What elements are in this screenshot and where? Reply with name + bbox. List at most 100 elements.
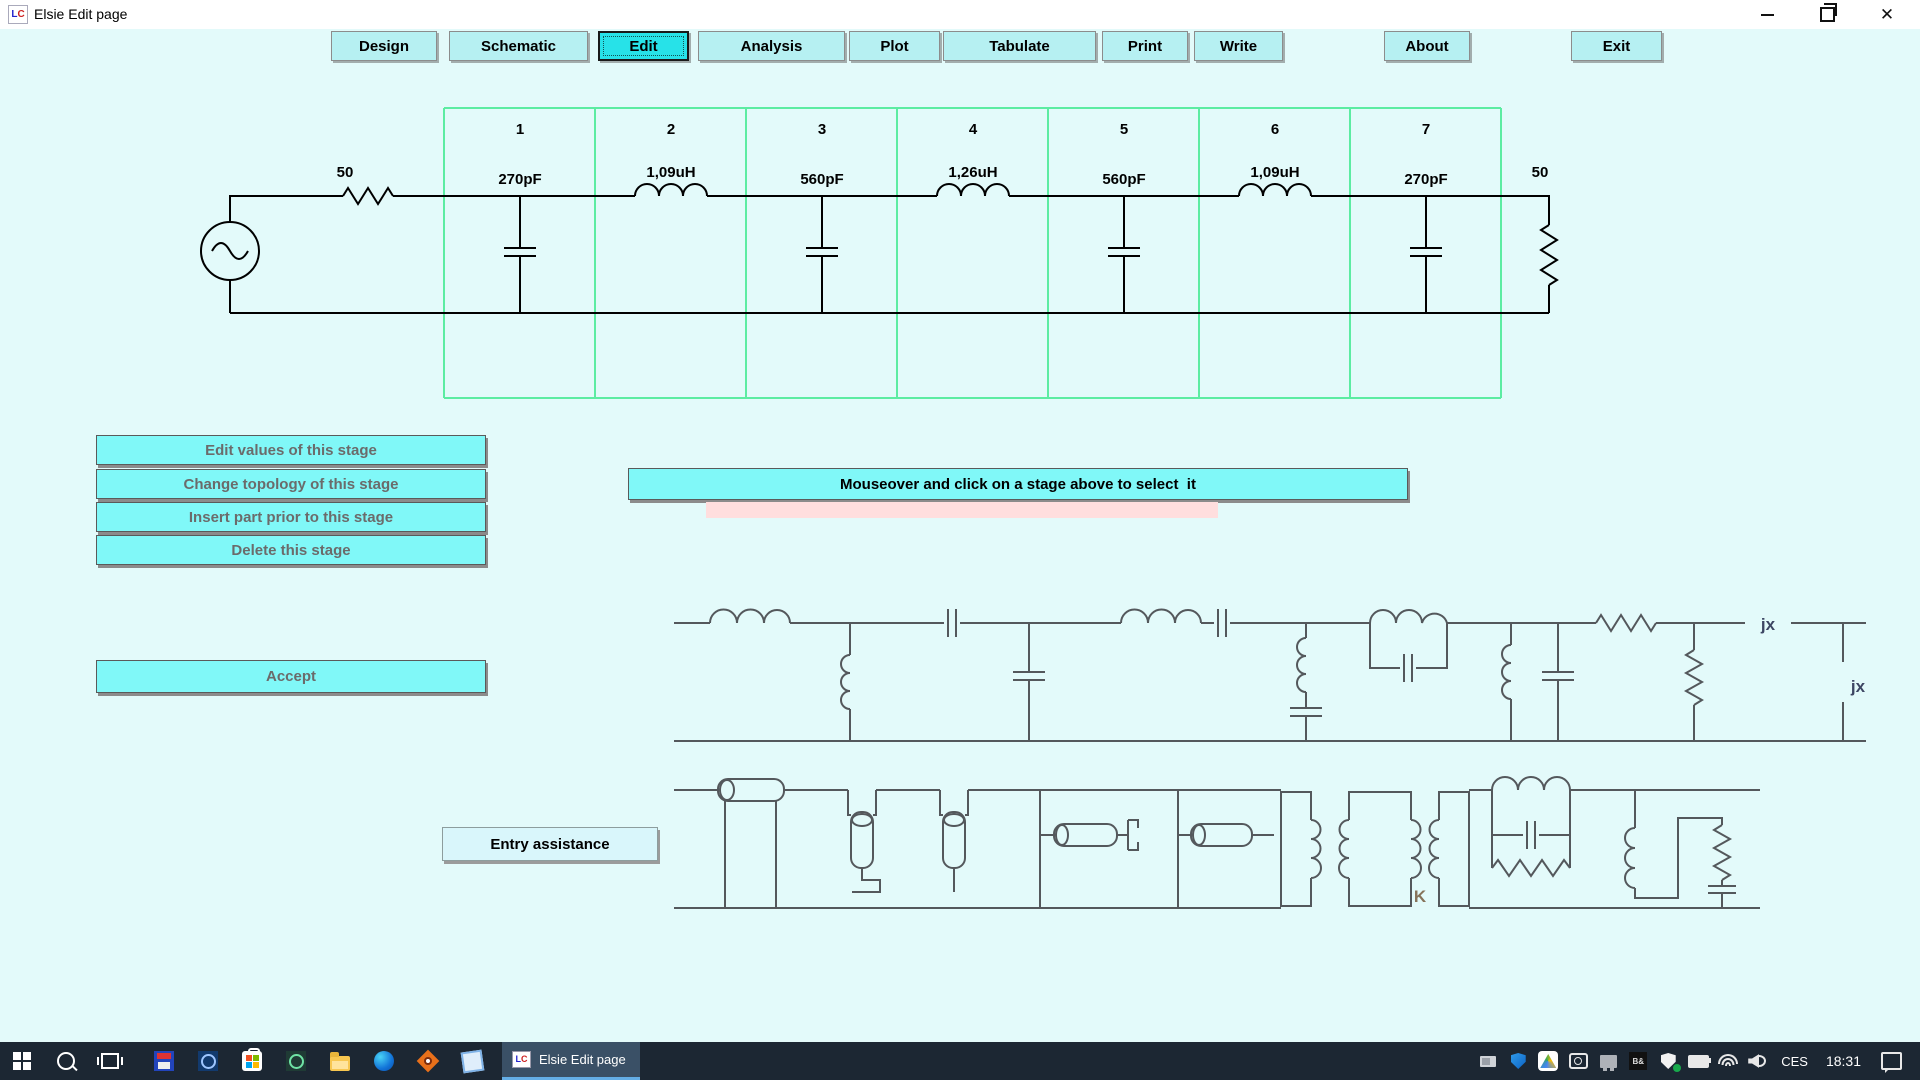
wifi-icon <box>1718 1054 1738 1068</box>
speaker-icon <box>1748 1054 1768 1068</box>
transmission-line-topology-picker[interactable]: K <box>660 765 1790 925</box>
topology-row1-resistors <box>1596 615 1702 705</box>
series-shunt-topology-picker[interactable]: jx jx <box>660 600 1900 760</box>
monitor-icon <box>1600 1055 1617 1068</box>
menu-tabulate[interactable]: Tabulate <box>943 31 1096 61</box>
app-icon: LC <box>8 5 28 24</box>
active-task-label: Elsie Edit page <box>539 1052 626 1067</box>
camera-icon <box>1569 1053 1588 1069</box>
pinned-app-store[interactable] <box>230 1042 274 1080</box>
edit-values-button[interactable]: Edit values of this stage <box>96 435 486 465</box>
menu-schematic[interactable]: Schematic <box>449 31 588 61</box>
eye-app-icon <box>417 1050 440 1073</box>
shunt-jx-label: jx <box>1850 677 1866 696</box>
file-explorer-icon <box>330 1056 350 1071</box>
accept-button[interactable]: Accept <box>96 660 486 693</box>
transformer-symbols <box>1281 792 1469 906</box>
battery-icon <box>1688 1055 1709 1068</box>
edge-browser-icon <box>374 1051 394 1071</box>
pinned-app-edge[interactable] <box>362 1042 406 1080</box>
pinned-app-explorer[interactable] <box>318 1042 362 1080</box>
desktop: LC Elsie Edit page ✕ Design Schematic Ed… <box>0 0 1920 1080</box>
pinned-app-dark[interactable] <box>274 1042 318 1080</box>
menu-about[interactable]: About <box>1384 31 1470 61</box>
search-icon <box>57 1052 75 1070</box>
change-topology-button[interactable]: Change topology of this stage <box>96 469 486 499</box>
menu-print[interactable]: Print <box>1102 31 1188 61</box>
stage-region-1[interactable] <box>444 108 595 398</box>
windows-logo-icon <box>13 1052 31 1070</box>
delete-stage-button[interactable]: Delete this stage <box>96 535 486 565</box>
tank-circuit-symbol <box>1492 777 1570 876</box>
window-title: Elsie Edit page <box>34 0 127 29</box>
topology-row1-inductors <box>710 610 1511 710</box>
tray-devices[interactable] <box>1473 1042 1503 1080</box>
tray-defender[interactable] <box>1503 1042 1533 1080</box>
restore-icon <box>1820 7 1835 22</box>
load-resistor-symbol <box>1541 225 1557 285</box>
close-icon: ✕ <box>1880 6 1894 23</box>
topology-row1-wires <box>674 609 1866 741</box>
start-button[interactable] <box>0 1042 44 1080</box>
clock[interactable]: 18:31 <box>1816 1053 1871 1069</box>
search-button[interactable] <box>44 1042 88 1080</box>
stage-region-6[interactable] <box>1199 108 1350 398</box>
tray-security[interactable] <box>1653 1042 1683 1080</box>
menu-exit[interactable]: Exit <box>1571 31 1662 61</box>
task-view-button[interactable] <box>88 1042 132 1080</box>
entry-assistance-button[interactable]: Entry assistance <box>442 827 658 861</box>
tray-network[interactable] <box>1713 1042 1743 1080</box>
microsoft-store-icon <box>242 1051 262 1071</box>
insert-part-button[interactable]: Insert part prior to this stage <box>96 502 486 532</box>
restore-button[interactable] <box>1804 0 1850 29</box>
tray-camera[interactable] <box>1563 1042 1593 1080</box>
status-message: Mouseover and click on a stage above to … <box>628 468 1408 500</box>
stage-region-5[interactable] <box>1048 108 1199 398</box>
taskbar: LC Elsie Edit page B& CES 18:31 <box>0 1042 1920 1080</box>
topology-row2-wires <box>674 790 1760 908</box>
stage-region-2[interactable] <box>595 108 746 398</box>
task-view-icon <box>101 1053 119 1069</box>
pinned-app-notes[interactable] <box>450 1042 494 1080</box>
tray-power[interactable] <box>1683 1042 1713 1080</box>
minimize-icon <box>1761 14 1774 16</box>
dark-app-icon <box>286 1051 306 1071</box>
tray-volume[interactable] <box>1743 1042 1773 1080</box>
pinned-app-floppy[interactable] <box>142 1042 186 1080</box>
elsie-app-icon: LC <box>512 1051 531 1068</box>
tray-drive[interactable] <box>1533 1042 1563 1080</box>
pinned-app-eye[interactable] <box>406 1042 450 1080</box>
close-button[interactable]: ✕ <box>1864 0 1910 29</box>
minimize-button[interactable] <box>1744 0 1790 29</box>
shunt-lrc-symbol <box>1625 790 1736 908</box>
tray-display[interactable] <box>1593 1042 1623 1080</box>
menu-edit[interactable]: Edit <box>598 31 689 61</box>
defender-shield-icon <box>1511 1053 1526 1069</box>
menu-write[interactable]: Write <box>1194 31 1283 61</box>
menu-design[interactable]: Design <box>331 31 437 61</box>
language-indicator[interactable]: CES <box>1773 1054 1816 1069</box>
pinned-app-globe[interactable] <box>186 1042 230 1080</box>
notes-app-icon <box>460 1049 484 1073</box>
menu-plot[interactable]: Plot <box>849 31 940 61</box>
system-tray: B& CES 18:31 <box>1473 1042 1920 1080</box>
floppy-disk-icon <box>154 1051 174 1071</box>
transmission-line-symbols <box>718 779 1252 868</box>
series-jx-label: jx <box>1760 615 1776 634</box>
load-impedance-label: 50 <box>1532 164 1549 181</box>
taskbar-active-task[interactable]: LC Elsie Edit page <box>502 1042 640 1080</box>
notification-center-icon[interactable] <box>1881 1052 1902 1070</box>
security-shield-check-icon <box>1661 1053 1676 1069</box>
highlight-strip <box>706 502 1218 518</box>
stage-region-3[interactable] <box>746 108 897 398</box>
bo-audio-icon: B& <box>1629 1052 1647 1070</box>
stage-region-7[interactable] <box>1350 108 1501 398</box>
tray-bo[interactable]: B& <box>1623 1042 1653 1080</box>
pc-device-icon <box>1480 1056 1496 1067</box>
coupling-k-label: K <box>1414 887 1427 906</box>
sine-icon <box>212 243 248 259</box>
source-resistor-symbol <box>343 188 393 204</box>
filter-schematic: 50 50 1 2 3 4 5 6 7 270pF 1,09uH 560pF 1… <box>140 90 1620 420</box>
menu-analysis[interactable]: Analysis <box>698 31 845 61</box>
stage-region-4[interactable] <box>897 108 1048 398</box>
